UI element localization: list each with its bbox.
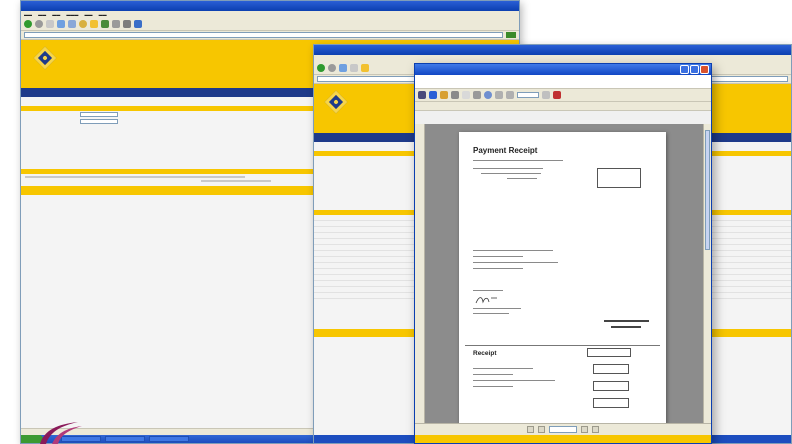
results-pagination[interactable]: [201, 180, 271, 182]
payment-detail-line: [473, 250, 553, 252]
pdf-viewer-window: Payment Receipt Receipt: [414, 63, 712, 444]
pdf-page-navigation: [415, 423, 711, 435]
favorites-icon[interactable]: [361, 64, 369, 72]
address-field[interactable]: [24, 32, 503, 38]
receipt-date-box: [587, 348, 631, 357]
menu-edit[interactable]: ▬▬: [38, 12, 46, 17]
pdf-navigation-pane[interactable]: [415, 124, 425, 423]
payment-detail-line: [473, 256, 523, 258]
back-icon[interactable]: [24, 20, 32, 28]
receipt-detail-line: [473, 374, 513, 376]
receipt-divider: [465, 345, 660, 346]
favorites-icon[interactable]: [90, 20, 98, 28]
receipt-page: Payment Receipt Receipt: [459, 132, 666, 425]
select-tool-icon[interactable]: [473, 91, 481, 99]
go-button[interactable]: [506, 32, 516, 38]
menu-tools[interactable]: ▬▬: [85, 12, 93, 17]
history-icon[interactable]: [101, 20, 109, 28]
receipt-field-box-1: [593, 364, 629, 374]
search-icon[interactable]: [79, 20, 87, 28]
pdf-vertical-scrollbar[interactable]: [703, 124, 711, 423]
receipt-address-line-1: [473, 168, 543, 170]
menu-file[interactable]: ▬▬: [24, 12, 32, 17]
payment-received-stamp-line-2: [611, 326, 641, 328]
taskbar-button-2[interactable]: [105, 436, 145, 442]
receipt-title: Payment Receipt: [473, 146, 538, 155]
stop-icon[interactable]: [46, 20, 54, 28]
menu-help[interactable]: ▬▬: [99, 12, 107, 17]
menu-favorites[interactable]: ▬▬▬: [66, 12, 78, 17]
minimize-icon[interactable]: [680, 65, 689, 74]
pdf-window-titlebar[interactable]: [415, 64, 711, 75]
screenshot-collage: ▬▬ ▬▬ ▬▬ ▬▬▬ ▬▬ ▬▬ Payment Receipt Recei…: [0, 0, 792, 444]
sign-icon[interactable]: [553, 91, 561, 99]
prev-page-button[interactable]: [538, 426, 545, 433]
scroll-thumb[interactable]: [705, 130, 710, 250]
receipt-address-line-2: [481, 173, 541, 175]
payment-detail-line: [473, 268, 523, 270]
pdf-menubar: [415, 75, 711, 89]
window-controls: [680, 65, 709, 74]
hand-tool-icon[interactable]: [462, 91, 470, 99]
pdf-status-bar: [415, 435, 711, 443]
email-icon[interactable]: [451, 91, 459, 99]
form-input-1[interactable]: [80, 112, 118, 117]
home-icon[interactable]: [68, 20, 76, 28]
form-input-2[interactable]: [80, 119, 118, 124]
receipt-detail-line: [473, 386, 513, 388]
page-nav-icon[interactable]: [495, 91, 503, 99]
zoom-level-field[interactable]: [517, 92, 539, 98]
secondary-window-menubar: [314, 55, 791, 62]
taskbar-button-3[interactable]: [149, 436, 189, 442]
close-icon[interactable]: [700, 65, 709, 74]
pdf-tasks-bar: [415, 102, 711, 111]
print-icon[interactable]: [418, 91, 426, 99]
main-window-toolbar: [21, 18, 519, 31]
decorative-swash: [40, 422, 82, 444]
receipt-field-box-3: [593, 398, 629, 408]
pdf-toolbar: [415, 89, 711, 102]
signatory-role-line: [473, 313, 509, 315]
home-icon[interactable]: [350, 64, 358, 72]
rotate-icon[interactable]: [506, 91, 514, 99]
payment-detail-line: [473, 262, 558, 264]
save-icon[interactable]: [429, 91, 437, 99]
back-icon[interactable]: [317, 64, 325, 72]
mail-icon[interactable]: [112, 20, 120, 28]
receipt-field-box-2: [593, 381, 629, 391]
zoom-icon[interactable]: [484, 91, 492, 99]
pdf-document-area: Payment Receipt Receipt: [415, 124, 711, 425]
refresh-icon[interactable]: [57, 20, 65, 28]
open-icon[interactable]: [440, 91, 448, 99]
signature-mark: [475, 297, 497, 304]
receipt-reference-box: [597, 168, 641, 188]
last-page-button[interactable]: [592, 426, 599, 433]
receipt-address-line-3: [507, 178, 537, 180]
main-window-titlebar[interactable]: [21, 1, 519, 11]
receipt-detail-line: [473, 380, 555, 382]
receipt-detail-line: [473, 368, 533, 370]
signature-caption-line: [473, 290, 503, 292]
print-icon[interactable]: [123, 20, 131, 28]
maximize-icon[interactable]: [690, 65, 699, 74]
secondary-window-titlebar[interactable]: [314, 45, 791, 55]
signatory-name-line: [473, 308, 521, 310]
forward-icon[interactable]: [35, 20, 43, 28]
company-logo: [33, 46, 57, 70]
results-placeholder-text: [25, 176, 245, 178]
receipt-subtitle-line: [473, 160, 563, 162]
edit-icon[interactable]: [134, 20, 142, 28]
page-number-field[interactable]: [549, 426, 577, 433]
forward-icon[interactable]: [328, 64, 336, 72]
first-page-button[interactable]: [527, 426, 534, 433]
main-window-menubar: ▬▬ ▬▬ ▬▬ ▬▬▬ ▬▬ ▬▬: [21, 11, 519, 18]
menu-view[interactable]: ▬▬: [52, 12, 60, 17]
company-logo: [324, 90, 348, 114]
receipt-section-title: Receipt: [473, 350, 497, 357]
fit-page-icon[interactable]: [542, 91, 550, 99]
payment-received-stamp-line-1: [604, 320, 649, 322]
main-window-addressbar: [21, 31, 519, 40]
refresh-icon[interactable]: [339, 64, 347, 72]
next-page-button[interactable]: [581, 426, 588, 433]
